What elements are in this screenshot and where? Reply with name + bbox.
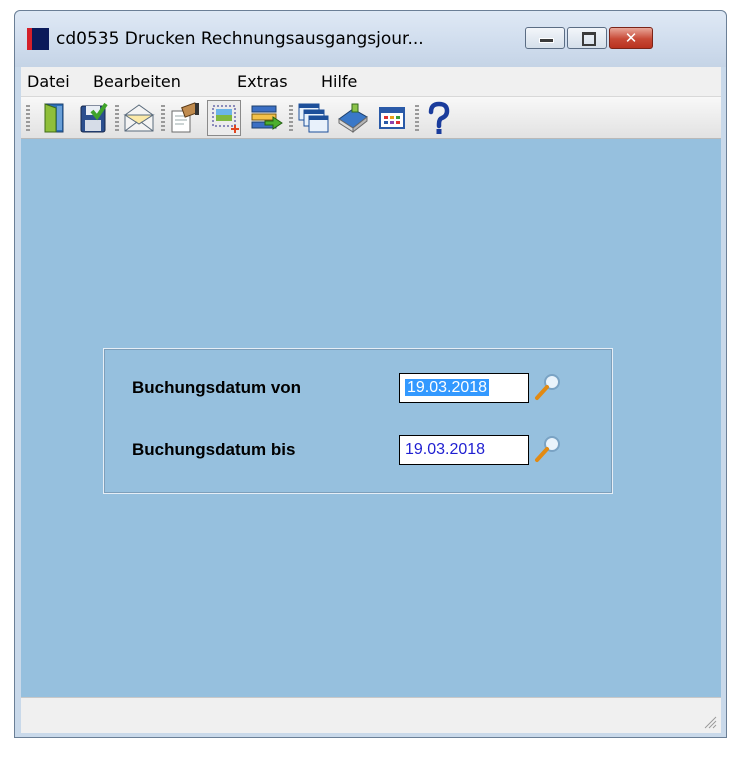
minimize-icon — [539, 38, 554, 43]
list-import-icon — [251, 105, 283, 130]
magnifier-icon — [535, 374, 560, 400]
minimize-button[interactable] — [525, 27, 565, 49]
title-bar[interactable]: cd0535 Drucken Rechnungsausgangsjour... … — [15, 11, 726, 67]
magnifier-icon — [535, 436, 560, 462]
date-to-lookup-button[interactable] — [532, 433, 564, 465]
table-icon — [379, 107, 405, 129]
app-logo-icon — [27, 28, 49, 50]
maximize-button[interactable] — [567, 27, 607, 49]
new-record-icon — [212, 105, 239, 133]
save-icon — [80, 102, 108, 133]
table-button[interactable] — [375, 101, 409, 135]
date-to-value: 19.03.2018 — [405, 441, 486, 458]
windows-icon — [298, 103, 329, 133]
book-icon — [338, 103, 368, 134]
windows-button[interactable] — [296, 101, 330, 135]
menu-bearbeiten[interactable]: Bearbeiten — [93, 72, 181, 91]
print-setup-button[interactable] — [168, 101, 202, 135]
book-button[interactable] — [336, 101, 370, 135]
help-icon — [428, 101, 450, 134]
new-record-button[interactable] — [207, 100, 241, 136]
toolbar-separator — [415, 105, 419, 131]
status-bar — [21, 697, 721, 733]
date-from-field[interactable]: 19.03.2018 — [399, 373, 529, 403]
app-window: cd0535 Drucken Rechnungsausgangsjour... … — [14, 10, 727, 738]
mail-button[interactable] — [122, 101, 156, 135]
print-setup-icon — [171, 102, 199, 133]
close-button[interactable]: ✕ — [609, 27, 653, 49]
date-to-field[interactable]: 19.03.2018 — [399, 435, 529, 465]
toolbar-separator — [289, 105, 293, 131]
mail-icon — [123, 104, 155, 132]
menu-datei[interactable]: Datei — [27, 72, 70, 91]
date-from-lookup-button[interactable] — [532, 371, 564, 403]
menu-hilfe[interactable]: Hilfe — [321, 72, 357, 91]
date-from-label: Buchungsdatum von — [132, 378, 302, 397]
toolbar-separator — [161, 105, 165, 131]
window-title: cd0535 Drucken Rechnungsausgangsjour... — [56, 29, 424, 49]
menu-extras[interactable]: Extras — [237, 72, 288, 91]
maximize-icon — [582, 32, 596, 46]
toolbar-grip[interactable] — [26, 105, 30, 131]
list-import-button[interactable] — [249, 101, 283, 135]
toolbar — [21, 97, 721, 139]
date-to-label: Buchungsdatum bis — [132, 440, 296, 459]
help-button[interactable] — [422, 101, 456, 135]
save-button[interactable] — [76, 101, 110, 135]
date-from-value: 19.03.2018 — [405, 379, 490, 396]
client-area: Datei Bearbeiten Extras Hilfe Buchungsda… — [21, 67, 721, 733]
exit-button[interactable] — [36, 101, 70, 135]
exit-door-icon — [44, 103, 64, 133]
date-range-panel: Buchungsdatum von 19.03.2018 Buchungsdat… — [103, 348, 613, 494]
toolbar-separator — [115, 105, 119, 131]
resize-grip-icon[interactable] — [701, 713, 717, 729]
menu-bar: Datei Bearbeiten Extras Hilfe — [21, 67, 721, 97]
close-icon: ✕ — [624, 29, 638, 47]
